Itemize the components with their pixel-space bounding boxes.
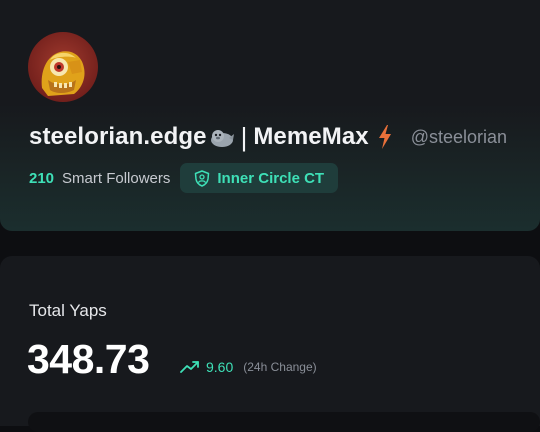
avatar[interactable] (28, 32, 98, 102)
smart-followers-label: Smart Followers (62, 169, 171, 187)
total-yaps-value: 348.73 (27, 336, 150, 382)
name-row: steelorian.edge | MemeMax @steelorian (29, 117, 507, 157)
shield-user-icon (194, 169, 210, 187)
name-separator: | (240, 121, 248, 152)
total-yaps-card: Total Yaps 348.73 9.60 (24h Change) (0, 256, 540, 426)
trending-up-icon (180, 360, 200, 374)
followers-row: 210 Smart Followers Inner Circle CT (29, 162, 339, 194)
project-name: MemeMax (253, 123, 369, 150)
profile-card: steelorian.edge | MemeMax @steelorian 21… (0, 0, 540, 231)
change-value: 9.60 (206, 359, 234, 375)
smart-followers-count: 210 (29, 169, 55, 187)
next-card-edge (28, 412, 540, 432)
badge-label: Inner Circle CT (217, 169, 325, 187)
user-handle[interactable]: @steelorian (411, 127, 507, 148)
total-yaps-title: Total Yaps (29, 301, 107, 320)
display-name: steelorian.edge (29, 123, 207, 150)
change-label: (24h Change) (243, 360, 317, 374)
change-row: 9.60 (24h Change) (180, 359, 317, 375)
seal-icon (209, 126, 235, 148)
inner-circle-badge[interactable]: Inner Circle CT (180, 163, 339, 193)
lightning-bolt-icon (377, 124, 393, 150)
